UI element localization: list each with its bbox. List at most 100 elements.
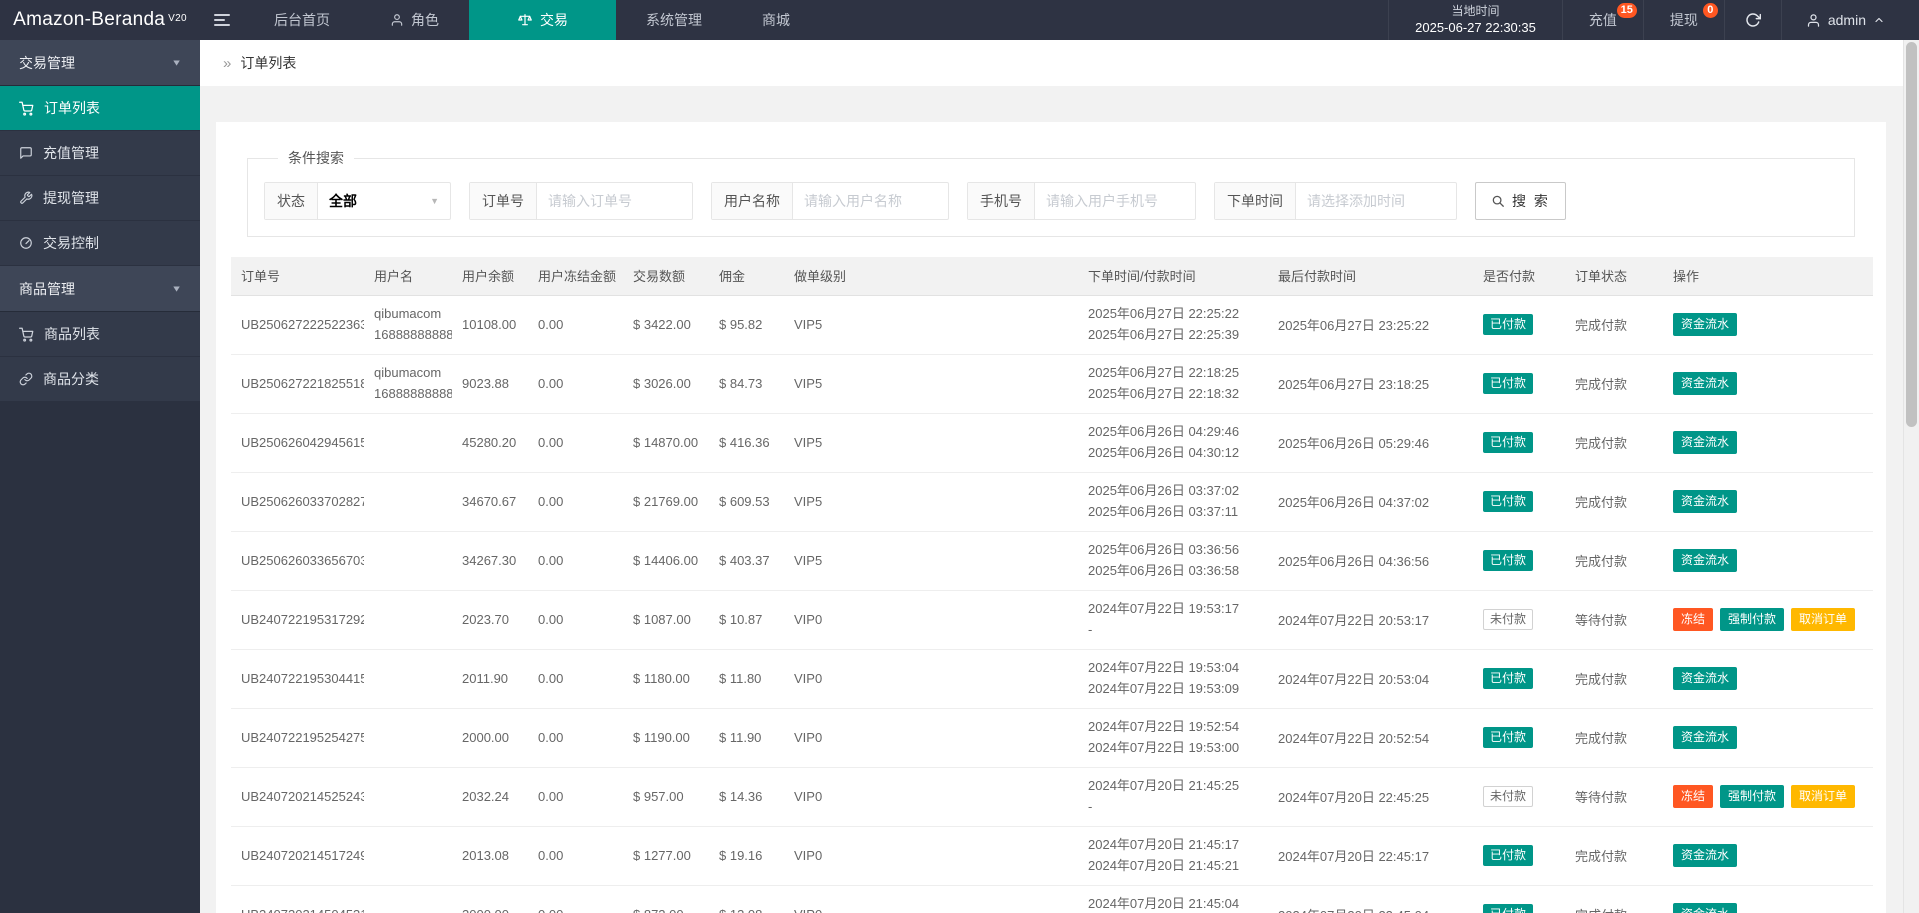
page-scrollbar[interactable]: [1903, 40, 1919, 913]
user-menu[interactable]: admin: [1780, 0, 1919, 40]
paid-badge: 已付款: [1483, 432, 1534, 453]
cell-actions: 资金流水: [1663, 826, 1873, 886]
cell-actions: 冻结 强制付款 取消订单: [1663, 767, 1873, 827]
force-pay-button[interactable]: 强制付款: [1720, 785, 1785, 808]
cancel-order-button[interactable]: 取消订单: [1791, 608, 1856, 631]
cell-balance: 2000.00: [452, 885, 528, 913]
nav-item-后台首页[interactable]: 后台首页: [244, 0, 360, 40]
cell-balance: 2011.90: [452, 649, 528, 709]
main-content: » 订单列表 条件搜索 状态 全部 ▼ 订单号 用户名称: [200, 40, 1903, 913]
cell-order-no: UB2407202145252436: [231, 767, 364, 827]
user-icon: [390, 13, 404, 27]
cell-order-no: UB2506260336567031: [231, 531, 364, 591]
cell-last-pay-time: 2025年06月27日 23:18:25: [1268, 354, 1473, 414]
sidebar-group-交易管理[interactable]: 交易管理 ▼: [0, 40, 200, 86]
fund-flow-button[interactable]: 资金流水: [1673, 490, 1738, 513]
fund-flow-button[interactable]: 资金流水: [1673, 372, 1738, 395]
search-fieldset: 条件搜索 状态 全部 ▼ 订单号 用户名称: [247, 148, 1855, 237]
chevron-down-icon: ▼: [171, 57, 182, 68]
order-time: 2025年06月27日 22:18:25: [1088, 365, 1240, 381]
cancel-order-button[interactable]: 取消订单: [1791, 785, 1856, 808]
page-scrollbar-thumb[interactable]: [1906, 42, 1917, 427]
sidebar-group-商品管理[interactable]: 商品管理 ▼: [0, 266, 200, 312]
cell-vip-level: VIP5: [784, 531, 1078, 591]
orders-table-header-row: 订单号 用户名 用户余额 用户冻结金额 交易数额 佣金 做单级别 下单时间/付款时间 最后付款时…: [231, 257, 1873, 296]
pay-time: 2024年07月22日 19:53:00: [1088, 739, 1240, 755]
local-time-value: 2025-06-27 22:30:35: [1415, 20, 1536, 36]
sidebar-item-充值管理[interactable]: 充值管理: [0, 131, 200, 176]
status-select[interactable]: 全部 ▼: [318, 183, 450, 219]
freeze-button[interactable]: 冻结: [1673, 608, 1714, 631]
cell-order-status: 等待付款: [1565, 590, 1663, 650]
pay-time: 2025年06月26日 03:37:11: [1088, 503, 1239, 519]
fund-flow-button[interactable]: 资金流水: [1673, 549, 1738, 572]
order-time: 2024年07月22日 19:52:54: [1088, 719, 1240, 735]
fund-flow-button[interactable]: 资金流水: [1673, 431, 1738, 454]
freeze-button[interactable]: 冻结: [1673, 785, 1714, 808]
table-row: UB2506260337028277 34670.67 0.00 $ 21769.00…: [231, 472, 1873, 532]
cell-paid-flag: 已付款: [1473, 826, 1565, 886]
cell-balance: 10108.00: [452, 295, 528, 355]
force-pay-button[interactable]: 强制付款: [1720, 608, 1785, 631]
order-time: 2025年06月26日 03:36:56: [1088, 542, 1240, 558]
column-header: 最后付款时间: [1268, 257, 1473, 296]
cell-trade-amount: $ 3422.00: [623, 295, 709, 355]
cell-balance: 45280.20: [452, 413, 528, 473]
menu-toggle-icon[interactable]: [200, 0, 244, 40]
cell-vip-level: VIP0: [784, 767, 1078, 827]
search-legend: 条件搜索: [288, 150, 344, 166]
search-icon: [1491, 194, 1505, 208]
fund-flow-button[interactable]: 资金流水: [1673, 667, 1738, 690]
fund-flow-button[interactable]: 资金流水: [1673, 726, 1738, 749]
cell-balance: 34267.30: [452, 531, 528, 591]
sidebar-item-商品分类[interactable]: 商品分类: [0, 357, 200, 402]
nav-item-角色[interactable]: 角色: [360, 0, 469, 40]
sidebar-item-提现管理[interactable]: 提现管理: [0, 176, 200, 221]
recharge-button[interactable]: 充值 15: [1561, 0, 1643, 40]
cell-order-status: 完成付款: [1565, 708, 1663, 768]
status-select-value: 全部: [329, 193, 357, 209]
cell-vip-level: VIP5: [784, 472, 1078, 532]
nav-item-商城[interactable]: 商城: [732, 0, 820, 40]
nav-item-交易[interactable]: 交易: [469, 0, 616, 40]
phone-input[interactable]: [1035, 183, 1195, 219]
sidebar-item-订单列表[interactable]: 订单列表: [0, 86, 200, 131]
refresh-button[interactable]: [1723, 0, 1781, 40]
username-input[interactable]: [793, 183, 948, 219]
pay-time: -: [1088, 621, 1093, 637]
paid-badge: 已付款: [1483, 373, 1534, 394]
fund-flow-button[interactable]: 资金流水: [1673, 903, 1738, 913]
cell-actions: 资金流水: [1663, 295, 1873, 355]
cell-order-pay-time: 2024年07月20日 21:45:17 2024年07月20日 21:45:21: [1078, 826, 1268, 886]
search-button[interactable]: 搜 索: [1475, 182, 1566, 220]
fund-flow-button[interactable]: 资金流水: [1673, 313, 1738, 336]
order-time-input[interactable]: [1296, 183, 1456, 219]
order-time: 2024年07月22日 19:53:04: [1088, 660, 1240, 676]
fund-flow-button[interactable]: 资金流水: [1673, 844, 1738, 867]
sidebar-item-交易控制[interactable]: 交易控制: [0, 221, 200, 266]
order-no-input[interactable]: [537, 183, 692, 219]
local-time: 当地时间 2025-06-27 22:30:35: [1388, 0, 1562, 40]
app-logo-version: V20: [168, 12, 187, 24]
cell-paid-flag: 已付款: [1473, 472, 1565, 532]
cell-username: [364, 590, 452, 650]
order-time: 2024年07月22日 19:53:17: [1088, 601, 1240, 617]
pay-time: 2025年06月27日 22:25:39: [1088, 326, 1240, 342]
sidebar-group-label: 商品管理: [19, 280, 75, 297]
username-name: qibumacom: [374, 306, 442, 322]
order-time-filter-label: 下单时间: [1215, 183, 1296, 219]
withdraw-button[interactable]: 提现 0: [1642, 0, 1724, 40]
nav-item-系统管理[interactable]: 系统管理: [616, 0, 732, 40]
recharge-badge: 15: [1616, 3, 1637, 18]
cell-order-pay-time: 2024年07月22日 19:53:17 -: [1078, 590, 1268, 650]
cell-last-pay-time: 2025年06月26日 04:37:02: [1268, 472, 1473, 532]
cell-trade-amount: $ 1190.00: [623, 708, 709, 768]
cell-last-pay-time: 2025年06月26日 05:29:46: [1268, 413, 1473, 473]
column-header: 下单时间/付款时间: [1078, 257, 1268, 296]
cell-paid-flag: 已付款: [1473, 708, 1565, 768]
cell-order-no: UB2407202145045312: [231, 885, 364, 913]
cell-frozen-amount: 0.00: [528, 472, 623, 532]
gauge-icon: [19, 236, 33, 250]
cell-last-pay-time: 2024年07月20日 22:45:04: [1268, 885, 1473, 913]
sidebar-item-商品列表[interactable]: 商品列表: [0, 312, 200, 357]
